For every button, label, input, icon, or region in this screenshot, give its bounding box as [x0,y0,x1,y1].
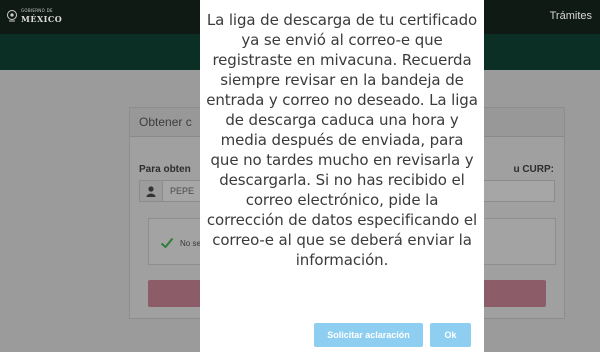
card-title: Obtener c [139,115,192,129]
curp-input[interactable] [483,180,555,202]
logo-title: MÉXICO [21,14,63,24]
gobierno-logo[interactable]: GOBIERNO DE MÉXICO [6,7,62,23]
info-modal: La liga de descarga de tu certificado ya… [200,0,484,352]
check-icon [160,235,174,249]
form-label: Para obten [139,164,191,175]
nav-link-tramites[interactable]: Trámites [550,10,592,22]
request-clarification-button[interactable]: Solicitar aclaración [314,323,423,347]
curp-label: u CURP: [513,164,554,175]
mexico-emblem-icon [6,8,18,22]
alert-text: No se [180,239,201,248]
name-input[interactable]: PEPE [163,181,194,201]
user-icon [140,181,163,201]
modal-message: La liga de descarga de tu certificado ya… [206,11,478,269]
ok-button[interactable]: Ok [430,323,471,347]
